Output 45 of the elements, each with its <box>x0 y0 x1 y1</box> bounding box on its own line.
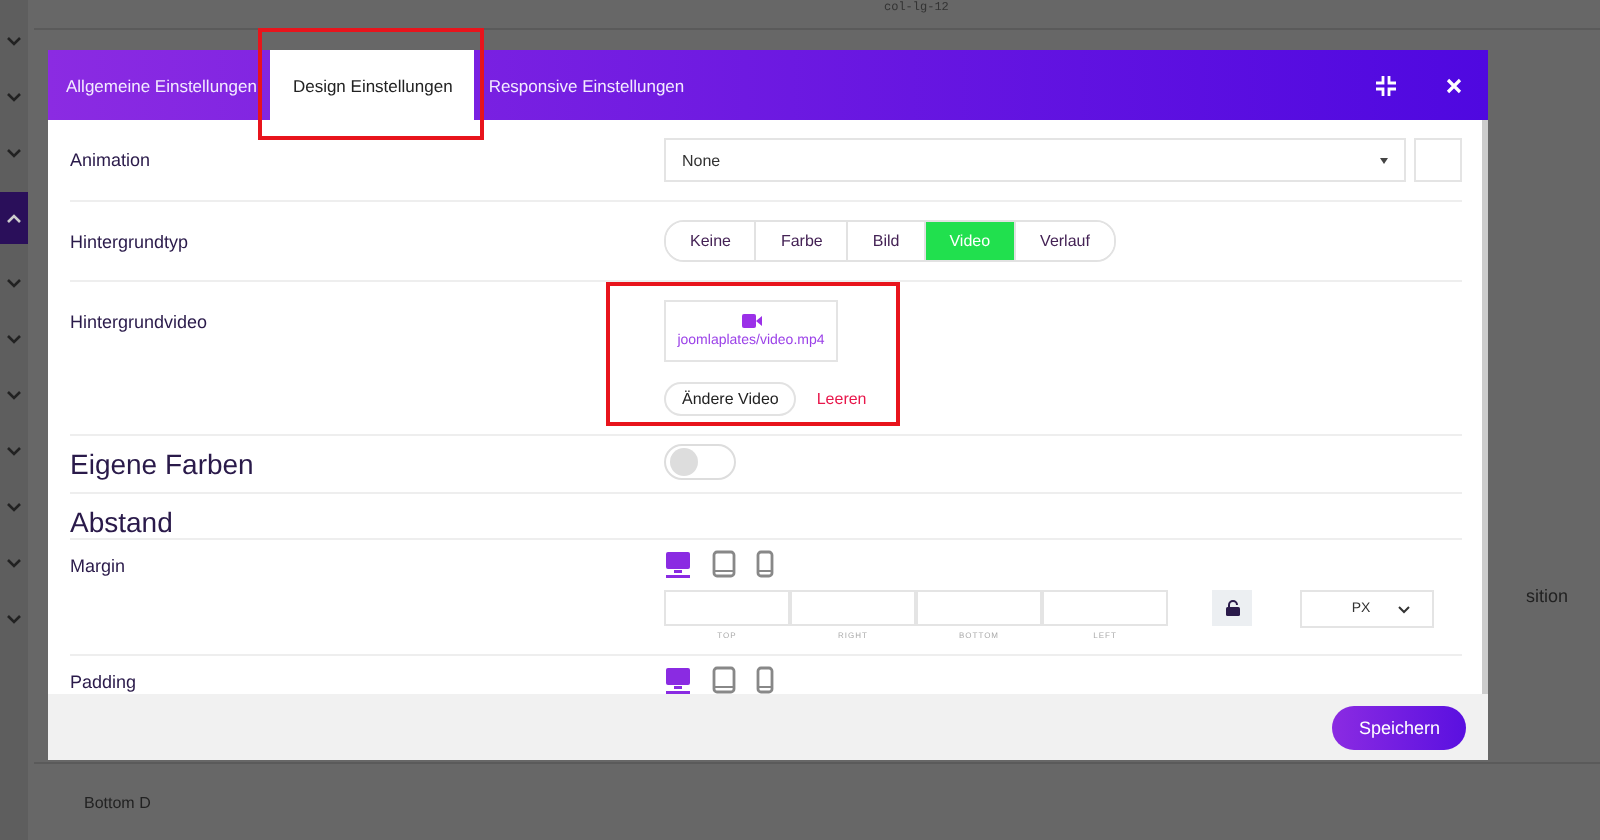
chevron-down-icon <box>6 148 22 158</box>
phone-icon[interactable] <box>756 550 774 578</box>
field-label: Hintergrundtyp <box>70 232 189 252</box>
lock-button[interactable] <box>1212 590 1252 626</box>
background-text: sition <box>1525 586 1568 606</box>
chevron-down-icon <box>6 558 22 568</box>
spacing-input[interactable] <box>664 590 790 626</box>
tablet-icon[interactable] <box>712 666 736 694</box>
animation-select[interactable]: None <box>664 138 1406 182</box>
segment-option[interactable]: Keine <box>666 222 757 260</box>
chevron-down-icon <box>6 502 22 512</box>
spacing-input[interactable] <box>1042 590 1168 626</box>
tab[interactable]: Allgemeine Einstellungen <box>52 50 271 120</box>
background-text: Bottom D <box>84 793 151 811</box>
spacing-input[interactable] <box>790 590 916 626</box>
phone-icon[interactable] <box>756 666 774 694</box>
desktop-icon[interactable] <box>664 666 692 694</box>
close-icon <box>1446 77 1462 93</box>
chevron-down-icon <box>6 334 22 344</box>
field-label: Margin <box>70 556 126 576</box>
clear-link[interactable]: Leeren <box>816 390 867 408</box>
chevron-down-icon <box>6 36 22 46</box>
field-label: Animation <box>70 150 151 170</box>
lock-icon <box>1225 600 1239 616</box>
tab[interactable]: Responsive Einstellungen <box>474 50 699 120</box>
chevron-down-icon <box>6 614 22 624</box>
change-video-button[interactable]: Ändere Video <box>664 382 797 416</box>
field-label: Padding <box>70 672 137 692</box>
collapse-icon <box>1376 75 1396 95</box>
chevron-down-icon <box>1398 605 1411 613</box>
toggle-switch[interactable] <box>664 444 736 480</box>
chevron-down-icon <box>6 390 22 400</box>
tablet-icon[interactable] <box>712 550 736 578</box>
video-camera-icon <box>741 314 761 328</box>
field-label: Eigene Farben <box>70 448 254 480</box>
chevron-down-icon <box>6 92 22 102</box>
tab[interactable]: Design Einstellungen <box>270 50 475 120</box>
spacing-input[interactable] <box>916 590 1042 626</box>
save-button[interactable]: Speichern <box>1332 705 1466 749</box>
chevron-down-icon <box>6 446 22 456</box>
field-label: Hintergrundvideo <box>70 312 208 332</box>
chevron-up-icon <box>6 213 22 223</box>
field-label: Abstand <box>70 506 173 538</box>
chevron-down-icon <box>6 278 22 288</box>
desktop-icon[interactable] <box>664 550 692 578</box>
